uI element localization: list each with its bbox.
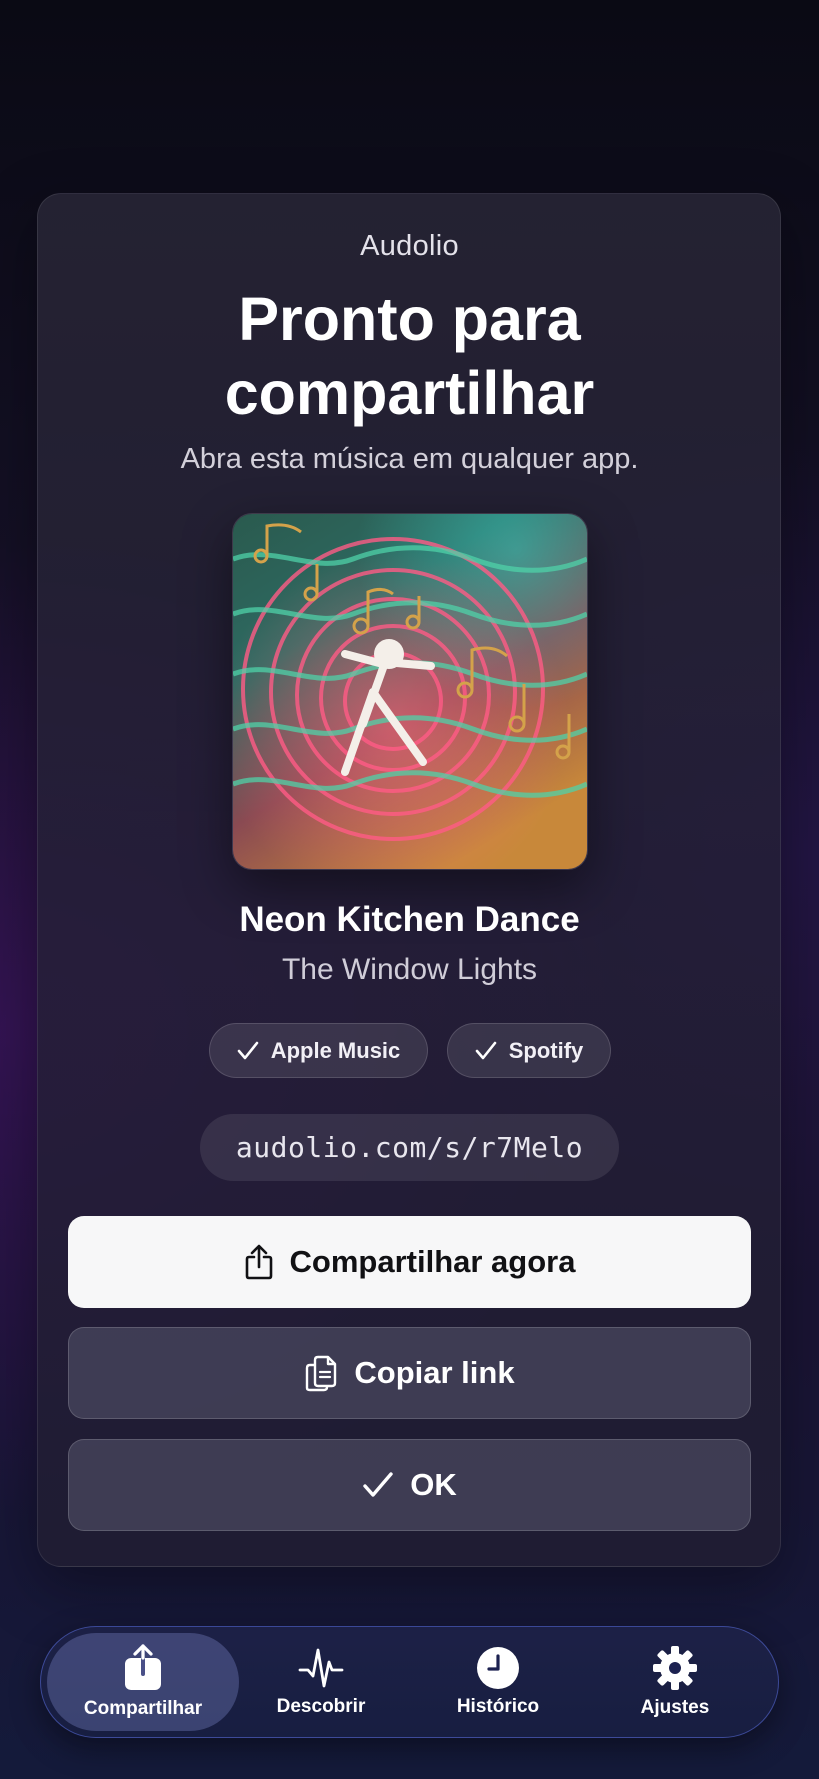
- copy-document-icon: [306, 1355, 337, 1392]
- service-label: Apple Music: [270, 1037, 401, 1063]
- copy-link-button[interactable]: Copiar link: [68, 1327, 751, 1419]
- tab-historico[interactable]: Histórico: [402, 1633, 594, 1731]
- share-icon: [125, 1644, 161, 1690]
- ok-button[interactable]: OK: [68, 1439, 751, 1531]
- tab-bar: Compartilhar Descobrir Histórico Ajustes: [40, 1626, 779, 1738]
- share-link[interactable]: audolio.com/s/r7Melo: [200, 1114, 619, 1181]
- checkmark-icon: [475, 1041, 497, 1059]
- tab-label: Ajustes: [640, 1697, 710, 1718]
- checkmark-icon: [363, 1472, 393, 1497]
- album-artwork: [232, 513, 588, 870]
- clock-icon: [477, 1647, 519, 1689]
- track-artist: The Window Lights: [281, 953, 538, 986]
- service-chip-spotify: Spotify: [447, 1023, 611, 1078]
- share-now-label: Compartilhar agora: [289, 1244, 576, 1279]
- waveform-icon: [298, 1648, 344, 1688]
- tab-compartilhar[interactable]: Compartilhar: [47, 1633, 239, 1731]
- checkmark-icon: [237, 1041, 259, 1059]
- tab-label: Descobrir: [276, 1696, 366, 1717]
- ok-label: OK: [410, 1467, 457, 1502]
- page-title: Pronto para compartilhar: [224, 285, 595, 427]
- copy-link-label: Copiar link: [354, 1355, 515, 1390]
- tab-descobrir[interactable]: Descobrir: [225, 1633, 417, 1731]
- app-name: Audolio: [360, 230, 459, 262]
- tab-ajustes[interactable]: Ajustes: [579, 1633, 771, 1731]
- service-chip-apple-music: Apple Music: [209, 1023, 428, 1078]
- share-now-button[interactable]: Compartilhar agora: [68, 1216, 751, 1308]
- track-title: Neon Kitchen Dance: [239, 900, 580, 939]
- tab-label: Compartilhar: [83, 1698, 203, 1719]
- gear-icon: [653, 1646, 697, 1690]
- tab-label: Histórico: [456, 1696, 540, 1717]
- service-label: Spotify: [508, 1037, 584, 1063]
- page-subtitle: Abra esta música em qualquer app.: [180, 443, 639, 475]
- share-icon: [245, 1244, 272, 1280]
